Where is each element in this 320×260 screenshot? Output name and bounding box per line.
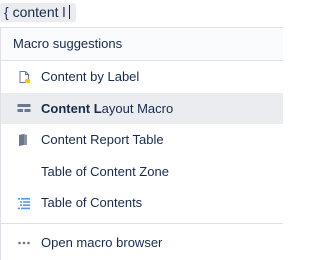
- macro-query-chip[interactable]: { content l: [0, 3, 76, 22]
- layout-icon: [17, 101, 31, 115]
- suggestion-label: Content Layout Macro: [41, 100, 174, 116]
- suggestion-list: Content by Label Content Layout Macro Co…: [1, 61, 283, 219]
- toc-icon: [17, 196, 31, 210]
- suggestion-label: Table of Contents: [41, 195, 143, 211]
- ellipsis-icon: [17, 236, 31, 250]
- suggestion-content-by-label[interactable]: Content by Label: [1, 61, 283, 93]
- suggestion-label: Content by Label: [41, 69, 140, 85]
- suggestion-table-of-contents[interactable]: Table of Contents: [1, 187, 283, 219]
- menu-divider: [1, 222, 283, 224]
- menu-header: Macro suggestions: [1, 28, 283, 61]
- suggestion-label: Content Report Table: [41, 132, 164, 148]
- suggestion-label: Table of Content Zone: [41, 163, 169, 179]
- macro-suggestions-menu: Macro suggestions Content by Label Conte…: [0, 27, 283, 260]
- text-caret: [68, 5, 70, 19]
- suggestion-content-report-table[interactable]: Content Report Table: [1, 124, 283, 156]
- suggestion-content-layout-macro[interactable]: Content Layout Macro: [1, 92, 283, 124]
- open-macro-browser-label: Open macro browser: [41, 235, 163, 250]
- suggestion-table-of-content-zone[interactable]: Table of Content Zone: [1, 156, 283, 188]
- open-macro-browser-item[interactable]: Open macro browser: [1, 228, 283, 258]
- report-icon: [17, 133, 31, 147]
- page-label-icon: [17, 70, 31, 84]
- macro-query-text: { content l: [4, 4, 66, 20]
